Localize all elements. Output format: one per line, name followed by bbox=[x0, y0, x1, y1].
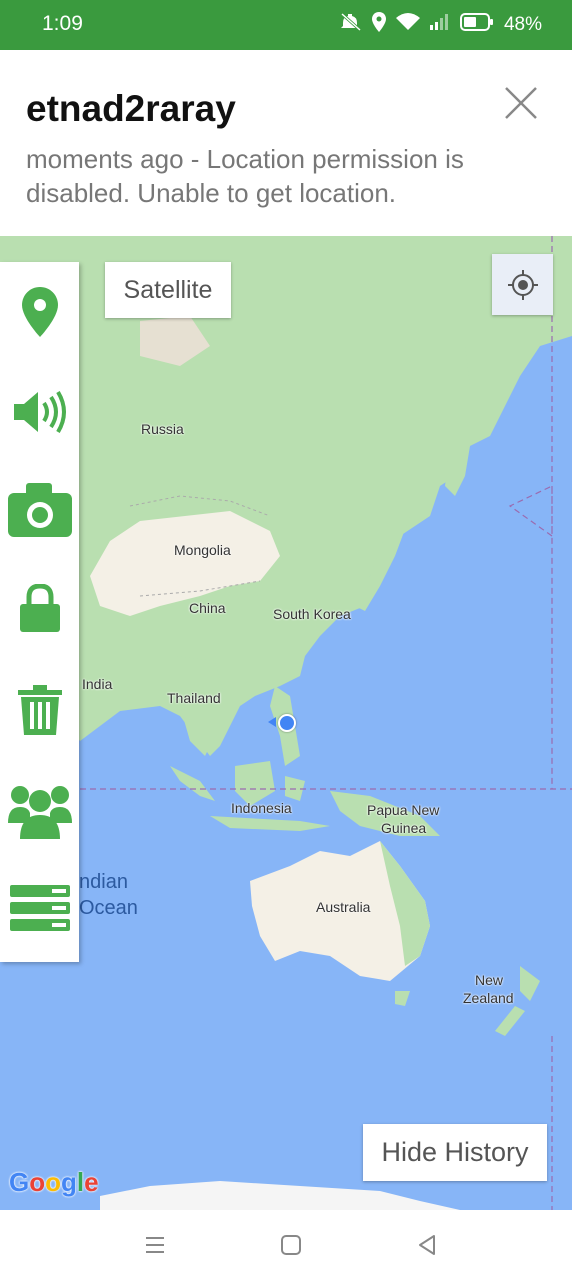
group-icon bbox=[7, 786, 72, 839]
battery-percent: 48% bbox=[503, 14, 542, 35]
contacts-button[interactable] bbox=[0, 770, 79, 850]
label-australia: Australia bbox=[316, 899, 371, 915]
location-arrow-icon bbox=[268, 717, 276, 727]
lock-device-button[interactable] bbox=[0, 568, 79, 648]
label-thailand: Thailand bbox=[167, 690, 221, 706]
trash-icon bbox=[17, 685, 62, 735]
location-status-message: moments ago - Location permission is dis… bbox=[26, 144, 464, 208]
menu-icon bbox=[146, 1237, 164, 1253]
location-marker[interactable] bbox=[278, 714, 296, 732]
ocean-label: ndian Ocean bbox=[79, 869, 138, 921]
signal-icon bbox=[429, 14, 450, 36]
satellite-button[interactable]: Satellite bbox=[105, 262, 231, 318]
label-mongolia: Mongolia bbox=[174, 542, 231, 558]
take-photo-button[interactable] bbox=[0, 470, 79, 550]
status-bar: 1:09 48% bbox=[0, 0, 572, 50]
label-india: India bbox=[82, 676, 113, 692]
device-header: etnad2raray moments ago - Location permi… bbox=[0, 50, 572, 236]
back-nav-button[interactable] bbox=[412, 1230, 442, 1260]
speaker-icon bbox=[13, 390, 66, 434]
label-papua-line1: Papua New bbox=[367, 802, 440, 818]
device-name: etnad2raray bbox=[26, 88, 236, 129]
play-sound-button[interactable] bbox=[0, 372, 79, 452]
ocean-line1: ndian bbox=[79, 871, 128, 893]
back-icon bbox=[419, 1235, 435, 1255]
label-nz-line1: New bbox=[475, 972, 504, 988]
google-logo: Google bbox=[9, 1167, 99, 1197]
status-icons: 48% bbox=[340, 12, 542, 38]
label-south-korea: South Korea bbox=[273, 606, 351, 622]
system-nav-bar bbox=[0, 1210, 572, 1280]
location-status-icon bbox=[371, 12, 386, 38]
mute-icon bbox=[340, 12, 362, 38]
my-location-button[interactable] bbox=[492, 254, 553, 315]
wifi-icon bbox=[395, 13, 420, 37]
home-nav-button[interactable] bbox=[276, 1230, 306, 1260]
action-toolbar bbox=[0, 262, 79, 962]
home-icon bbox=[281, 1235, 301, 1255]
label-nz-line2: Zealand bbox=[463, 990, 514, 1006]
menu-nav-button[interactable] bbox=[140, 1230, 170, 1260]
crosshair-icon bbox=[507, 269, 538, 300]
list-icon bbox=[9, 885, 70, 931]
close-button[interactable] bbox=[502, 84, 540, 122]
lock-icon bbox=[19, 584, 60, 632]
erase-device-button[interactable] bbox=[0, 670, 79, 750]
hide-history-button[interactable]: Hide History bbox=[363, 1124, 547, 1181]
history-list-button[interactable] bbox=[0, 868, 79, 948]
status-time: 1:09 bbox=[42, 12, 83, 35]
close-icon bbox=[505, 87, 537, 119]
camera-icon bbox=[7, 483, 72, 537]
location-pin-icon bbox=[21, 287, 58, 337]
label-russia: Russia bbox=[141, 421, 184, 437]
battery-icon bbox=[459, 13, 494, 37]
label-indonesia: Indonesia bbox=[231, 800, 292, 816]
ocean-line2: Ocean bbox=[79, 897, 138, 919]
label-papua-line2: Guinea bbox=[381, 820, 427, 836]
locate-device-button[interactable] bbox=[0, 272, 79, 352]
label-china: China bbox=[189, 600, 226, 616]
